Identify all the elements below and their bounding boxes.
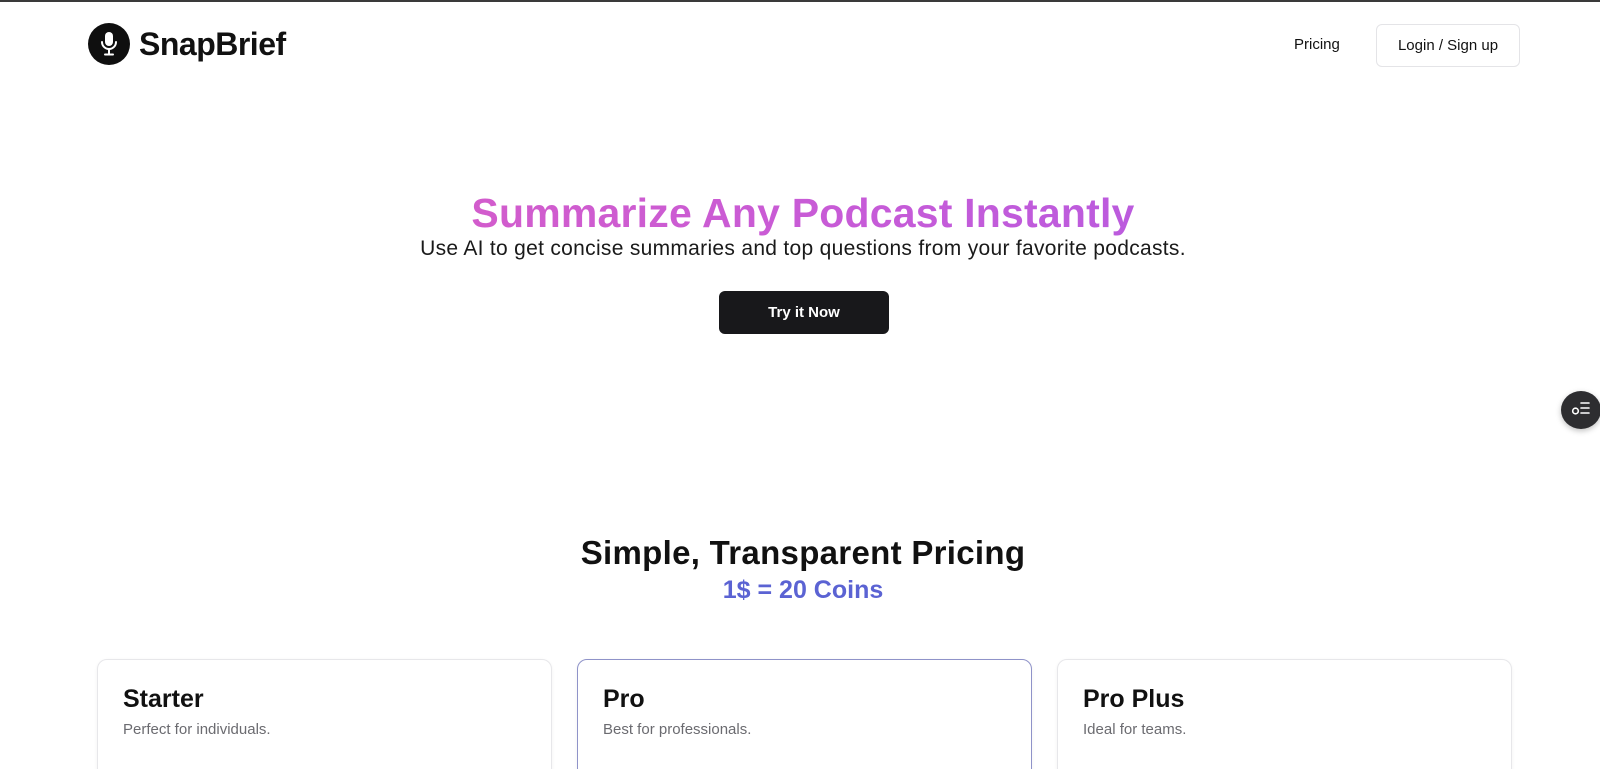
try-it-now-button[interactable]: Try it Now (719, 291, 889, 334)
plan-description: Best for professionals. (603, 721, 752, 738)
plan-name: Pro Plus (1083, 685, 1185, 713)
hero-title: Summarize Any Podcast Instantly (0, 190, 1600, 237)
brand-name: SnapBrief (139, 25, 286, 62)
plan-name: Starter (123, 685, 204, 713)
brand-logo-link[interactable]: SnapBrief (88, 23, 286, 65)
site-header: SnapBrief Pricing Login / Sign up (0, 2, 1600, 90)
hero-subtitle: Use AI to get concise summaries and top … (420, 237, 1186, 260)
plan-name: Pro (603, 685, 645, 713)
filter-list-icon (1571, 400, 1591, 421)
pricing-title: Simple, Transparent Pricing (580, 534, 1026, 571)
plan-card-pro-plus[interactable]: Pro Plus Ideal for teams. (1057, 659, 1512, 769)
plan-card-starter[interactable]: Starter Perfect for individuals. (97, 659, 552, 769)
login-signup-button[interactable]: Login / Sign up (1376, 24, 1520, 67)
plan-description: Perfect for individuals. (123, 721, 271, 738)
microphone-icon (88, 23, 130, 65)
floating-widget-button[interactable] (1561, 391, 1600, 429)
plan-description: Ideal for teams. (1083, 721, 1187, 738)
plan-card-pro[interactable]: Pro Best for professionals. (577, 659, 1032, 769)
nav-pricing-link[interactable]: Pricing (1294, 36, 1340, 53)
coin-rate-text: 1$ = 20 Coins (722, 576, 884, 604)
